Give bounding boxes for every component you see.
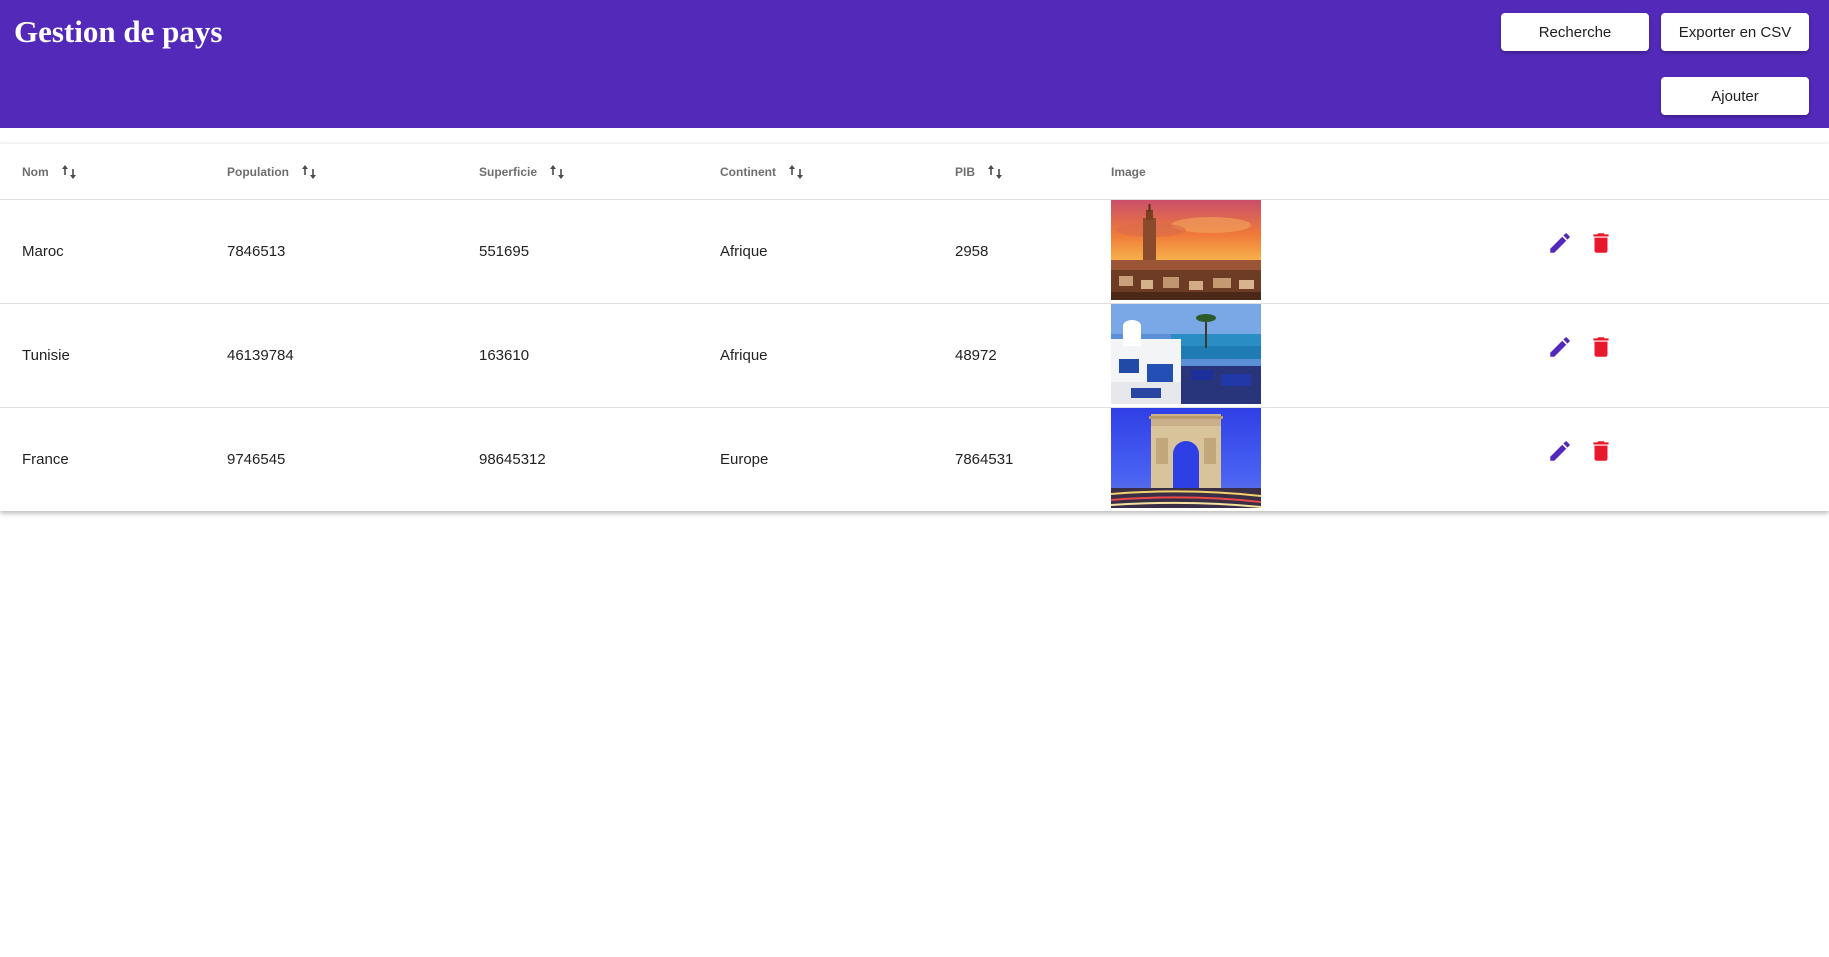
column-header-label: Superficie xyxy=(479,164,538,179)
export-csv-button[interactable]: Exporter en CSV xyxy=(1661,13,1809,51)
cell-superficie: 98645312 xyxy=(479,451,546,468)
sort-icon[interactable] xyxy=(301,163,317,181)
trash-icon[interactable] xyxy=(1588,230,1614,256)
cell-pib: 2958 xyxy=(955,243,989,260)
table-row: France 9746545 98645312 Europe 7864531 xyxy=(0,408,1829,511)
pencil-icon[interactable] xyxy=(1547,334,1573,360)
column-header-image: Image xyxy=(1111,144,1146,199)
column-header-continent[interactable]: Continent xyxy=(720,144,804,199)
cell-continent: Afrique xyxy=(720,347,768,364)
sort-icon[interactable] xyxy=(788,163,804,181)
country-image-arc-de-triomphe xyxy=(1111,408,1261,508)
cell-pib: 48972 xyxy=(955,347,997,364)
column-header-nom[interactable]: Nom xyxy=(22,144,77,199)
column-header-label: Continent xyxy=(720,164,776,179)
cell-nom: France xyxy=(22,451,69,468)
cell-population: 7846513 xyxy=(227,243,286,260)
pencil-icon[interactable] xyxy=(1547,438,1573,464)
column-header-label: Image xyxy=(1111,164,1146,179)
cell-population: 9746545 xyxy=(227,451,286,468)
countries-table: Nom Population Superficie Continent PIB … xyxy=(0,144,1829,511)
sort-icon[interactable] xyxy=(987,163,1003,181)
cell-population: 46139784 xyxy=(227,347,294,364)
table-row: Tunisie 46139784 163610 Afrique 48972 xyxy=(0,304,1829,408)
search-button[interactable]: Recherche xyxy=(1501,13,1649,51)
column-header-label: PIB xyxy=(955,164,976,179)
table-row: Maroc 7846513 551695 Afrique 2958 xyxy=(0,200,1829,304)
column-header-population[interactable]: Population xyxy=(227,144,317,199)
column-header-superficie[interactable]: Superficie xyxy=(479,144,565,199)
sort-icon[interactable] xyxy=(61,163,77,181)
cell-superficie: 163610 xyxy=(479,347,530,364)
column-header-label: Population xyxy=(227,164,289,179)
cell-nom: Tunisie xyxy=(22,347,70,364)
cell-nom: Maroc xyxy=(22,243,64,260)
add-button[interactable]: Ajouter xyxy=(1661,77,1809,115)
sort-icon[interactable] xyxy=(549,163,565,181)
cell-pib: 7864531 xyxy=(955,451,1014,468)
table-header: Nom Population Superficie Continent PIB … xyxy=(0,144,1829,200)
toolbar: Gestion de pays Recherche Exporter en CS… xyxy=(0,0,1829,128)
country-image-sidi-bou-said xyxy=(1111,304,1261,404)
cell-continent: Afrique xyxy=(720,243,768,260)
column-header-pib[interactable]: PIB xyxy=(955,144,1003,199)
page-title: Gestion de pays xyxy=(14,14,223,49)
cell-superficie: 551695 xyxy=(479,243,530,260)
cell-continent: Europe xyxy=(720,451,769,468)
country-image-koutoubia xyxy=(1111,200,1261,300)
pencil-icon[interactable] xyxy=(1547,230,1573,256)
trash-icon[interactable] xyxy=(1588,334,1614,360)
column-header-label: Nom xyxy=(22,164,49,179)
trash-icon[interactable] xyxy=(1588,438,1614,464)
